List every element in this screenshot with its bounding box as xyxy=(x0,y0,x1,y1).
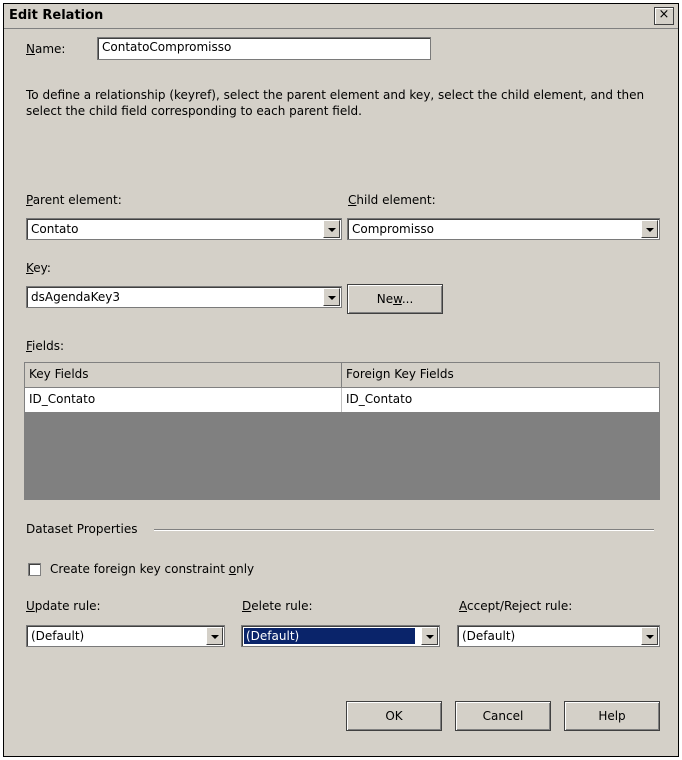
update-rule-label: Update rule: xyxy=(26,599,101,613)
update-rule-value: (Default) xyxy=(31,629,85,643)
edit-relation-dialog: Edit Relation × Name: ContatoCompromisso… xyxy=(3,3,679,757)
accept-reject-rule-label: Accept/Reject rule: xyxy=(459,599,573,613)
table-row[interactable]: ID_Contato ID_Contato xyxy=(25,388,659,412)
parent-element-value: Contato xyxy=(31,222,79,236)
chevron-down-icon[interactable] xyxy=(421,627,438,645)
delete-rule-label: Delete rule: xyxy=(242,599,313,613)
parent-element-combo[interactable]: Contato xyxy=(26,218,342,240)
chevron-down-icon[interactable] xyxy=(206,627,223,645)
update-rule-combo[interactable]: (Default) xyxy=(26,625,225,647)
chevron-down-icon[interactable] xyxy=(323,288,340,306)
chevron-down-icon[interactable] xyxy=(641,220,658,238)
delete-rule-value: (Default) xyxy=(244,628,415,644)
ok-button[interactable]: OK xyxy=(346,701,442,731)
chevron-down-icon[interactable] xyxy=(641,627,658,645)
foreign-key-field-cell[interactable]: ID_Contato xyxy=(342,388,659,412)
delete-rule-combo[interactable]: (Default) xyxy=(241,625,440,647)
foreign-key-only-checkbox[interactable] xyxy=(28,563,41,576)
chevron-down-icon[interactable] xyxy=(323,220,340,238)
accept-reject-rule-combo[interactable]: (Default) xyxy=(457,625,660,647)
child-element-value: Compromisso xyxy=(352,222,434,236)
name-input-value: ContatoCompromisso xyxy=(102,40,232,54)
close-icon: × xyxy=(658,7,670,22)
foreign-key-only-label[interactable]: Create foreign key constraint only xyxy=(50,562,254,576)
column-header-foreign-key-fields[interactable]: Foreign Key Fields xyxy=(342,363,659,387)
group-divider xyxy=(154,529,654,531)
parent-element-label: Parent element: xyxy=(26,193,122,207)
cancel-button[interactable]: Cancel xyxy=(455,701,551,731)
name-label: Name: xyxy=(26,42,66,56)
key-value: dsAgendaKey3 xyxy=(31,290,121,304)
column-header-key-fields[interactable]: Key Fields xyxy=(25,363,342,387)
child-element-label: Child element: xyxy=(348,193,436,207)
close-button[interactable]: × xyxy=(654,7,674,25)
child-element-combo[interactable]: Compromisso xyxy=(347,218,660,240)
fields-grid[interactable]: Key Fields Foreign Key Fields ID_Contato… xyxy=(24,362,660,500)
dialog-title: Edit Relation xyxy=(9,8,104,23)
name-input[interactable]: ContatoCompromisso xyxy=(97,37,431,60)
key-label: Key: xyxy=(26,261,51,275)
fields-label: Fields: xyxy=(26,339,64,353)
key-combo[interactable]: dsAgendaKey3 xyxy=(26,286,342,308)
grid-header: Key Fields Foreign Key Fields xyxy=(25,363,659,388)
new-key-button[interactable]: New... xyxy=(347,284,443,314)
key-field-cell[interactable]: ID_Contato xyxy=(25,388,342,412)
accept-reject-rule-value: (Default) xyxy=(462,629,516,643)
help-button[interactable]: Help xyxy=(564,701,660,731)
dataset-properties-label: Dataset Properties xyxy=(26,522,138,536)
title-bar[interactable]: Edit Relation × xyxy=(4,4,678,29)
description-text: To define a relationship (keyref), selec… xyxy=(26,88,645,118)
